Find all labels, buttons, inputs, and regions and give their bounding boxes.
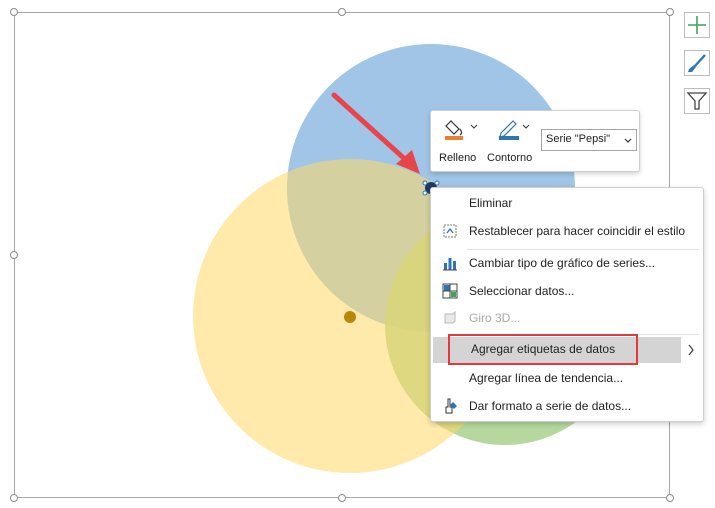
resize-handle-br[interactable] bbox=[666, 494, 674, 502]
paint-bucket-icon bbox=[445, 120, 478, 140]
bar-chart-icon bbox=[443, 258, 457, 271]
menu-item-label: Giro 3D... bbox=[469, 311, 521, 325]
menu-item-label: Eliminar bbox=[469, 196, 513, 210]
chart-filters-button[interactable] bbox=[684, 88, 710, 114]
format-series-icon bbox=[445, 398, 457, 414]
resize-handle-ml[interactable] bbox=[10, 251, 18, 259]
select-data-icon bbox=[442, 283, 458, 299]
plus-icon bbox=[688, 16, 706, 34]
menu-item-select-data[interactable]: Seleccionar datos... bbox=[431, 279, 703, 305]
menu-item-add-trendline[interactable]: Agregar línea de tendencia... bbox=[431, 366, 703, 392]
highlight-box-annotation bbox=[448, 334, 638, 365]
menu-item-label: Restablecer para hacer coincidir el esti… bbox=[469, 224, 686, 238]
reset-style-icon bbox=[443, 224, 457, 238]
chart-elements-button[interactable] bbox=[684, 12, 710, 38]
resize-handle-tl[interactable] bbox=[10, 8, 18, 16]
outline-button[interactable]: Contorno bbox=[485, 115, 539, 167]
brush-icon bbox=[688, 54, 706, 72]
mini-toolbar: Relleno Contorno Serie "Pepsi" bbox=[430, 110, 640, 172]
chevron-down-icon bbox=[624, 138, 632, 143]
menu-item-delete[interactable]: Eliminar bbox=[431, 191, 703, 217]
menu-item-reset-style[interactable]: Restablecer para hacer coincidir el esti… bbox=[431, 219, 703, 245]
bubble-center-dot bbox=[344, 311, 356, 323]
fill-button[interactable]: Relleno bbox=[437, 115, 481, 167]
fill-label: Relleno bbox=[439, 152, 477, 164]
menu-item-label: Seleccionar datos... bbox=[469, 284, 575, 298]
outline-label: Contorno bbox=[487, 152, 533, 164]
menu-item-label: Dar formato a serie de datos... bbox=[469, 399, 632, 413]
resize-handle-bc[interactable] bbox=[338, 494, 346, 502]
menu-item-label: Cambiar tipo de gráfico de series... bbox=[469, 256, 656, 270]
menu-separator bbox=[467, 249, 699, 250]
pen-icon bbox=[499, 120, 530, 140]
resize-handle-tr[interactable] bbox=[666, 8, 674, 16]
resize-handle-bl[interactable] bbox=[10, 494, 18, 502]
rotate-3d-icon bbox=[444, 310, 456, 324]
menu-item-3d-rotation: Giro 3D... bbox=[431, 306, 703, 332]
chevron-right-icon bbox=[688, 344, 694, 356]
series-select[interactable]: Serie "Pepsi" bbox=[541, 129, 637, 151]
chart-styles-button[interactable] bbox=[684, 50, 710, 76]
resize-handle-tc[interactable] bbox=[338, 8, 346, 16]
menu-item-change-chart-type[interactable]: Cambiar tipo de gráfico de series... bbox=[431, 251, 703, 277]
context-menu: Eliminar Restablecer para hacer coincidi… bbox=[430, 187, 704, 422]
menu-item-label: Agregar línea de tendencia... bbox=[469, 371, 624, 385]
series-select-value: Serie "Pepsi" bbox=[546, 133, 611, 145]
menu-item-format-series[interactable]: Dar formato a serie de datos... bbox=[431, 394, 703, 420]
filter-icon bbox=[686, 92, 708, 110]
